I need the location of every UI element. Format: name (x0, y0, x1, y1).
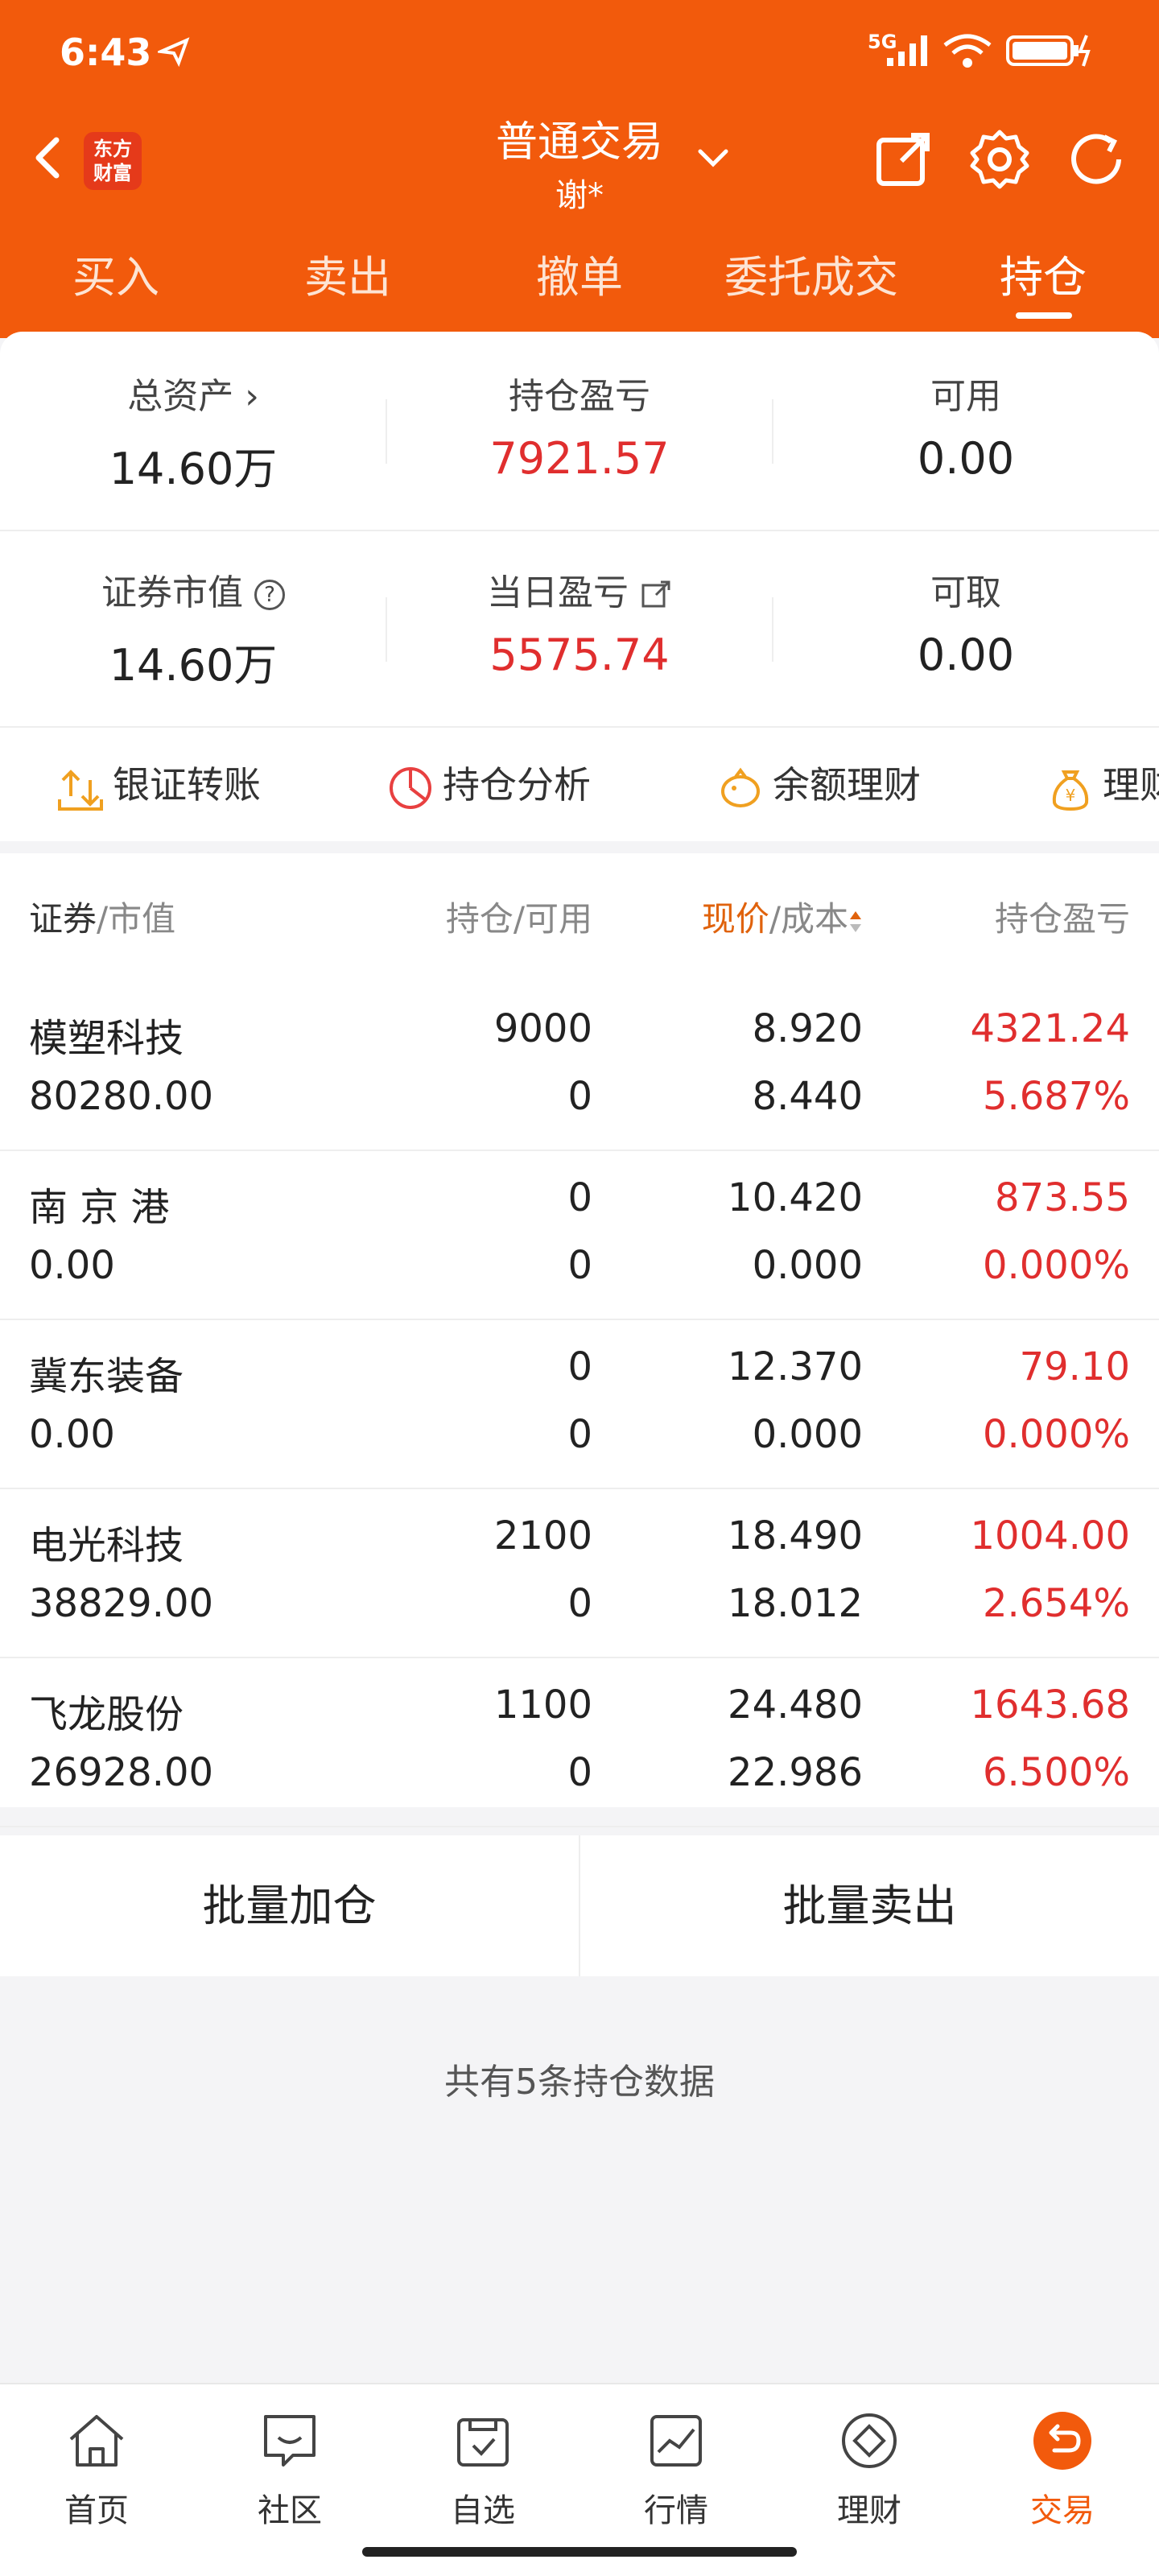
nav-trade[interactable]: 交易 (966, 2409, 1159, 2531)
table-row[interactable]: 飞龙股份 26928.00 1100 0 24.480 22.986 1643.… (0, 1658, 1159, 1827)
col-position[interactable]: 持仓/可用 (354, 892, 592, 941)
action-wealth[interactable]: ¥ 理财 (1046, 756, 1159, 812)
status-time: 6:43 (60, 31, 152, 74)
gear-icon[interactable] (966, 126, 1033, 193)
back-icon[interactable] (19, 129, 77, 187)
nav-bar: 东方 财富 普通交易 谢* (0, 105, 1159, 217)
holdings-table: 证券/市值 持仓/可用 现价/成本 持仓盈亏 模塑科技 80280.00 900… (0, 853, 1159, 1827)
account-name: 谢* (555, 177, 604, 214)
sort-icon (850, 910, 861, 932)
app-header: 6:43 5G 东方 财富 普通交易 谢* 买入 卖出 撤单 委托成交 持仓 (0, 0, 1159, 338)
batch-sell-button[interactable]: 批量卖出 (580, 1835, 1159, 1976)
watchlist-icon (457, 2418, 509, 2467)
brand-logo: 东方 财富 (84, 132, 142, 190)
tab-cancel[interactable]: 撤单 (464, 242, 695, 305)
nav-market[interactable]: 行情 (580, 2409, 773, 2531)
refresh-icon[interactable] (1062, 126, 1130, 193)
external-link-icon (641, 580, 670, 608)
col-pl[interactable]: 持仓盈亏 (885, 892, 1130, 941)
send-icon (155, 35, 190, 71)
available-funds: 可用 0.00 (917, 376, 1015, 484)
action-position-analysis[interactable]: 持仓分析 (386, 756, 591, 812)
daily-pl[interactable]: 当日盈亏 5575.74 (386, 564, 773, 680)
diamond-icon (842, 2413, 897, 2468)
help-icon[interactable]: ? (254, 580, 285, 610)
pie-chart-icon (390, 766, 431, 809)
col-security[interactable]: 证券/市值 (29, 892, 175, 941)
battery-icon (1006, 32, 1095, 72)
table-row[interactable]: 模塑科技 80280.00 9000 0 8.920 8.440 4321.24… (0, 982, 1159, 1151)
status-bar: 6:43 5G (0, 0, 1159, 105)
chat-icon (264, 2415, 316, 2467)
table-row[interactable]: 电光科技 38829.00 2100 0 18.490 18.012 1004.… (0, 1489, 1159, 1658)
holdings-count: 共有5条持仓数据 (444, 2062, 715, 2103)
withdrawable-funds: 可取 0.00 (917, 572, 1015, 680)
table-row[interactable]: 南 京 港 0.00 0 0 10.420 0.000 873.55 0.000… (0, 1151, 1159, 1320)
home-indicator (362, 2547, 797, 2557)
action-bank-transfer[interactable]: 银证转账 (56, 756, 261, 812)
nav-home[interactable]: 首页 (0, 2409, 193, 2531)
action-balance-wealth[interactable]: 余额理财 (716, 756, 921, 812)
table-header: 证券/市值 持仓/可用 现价/成本 持仓盈亏 (0, 853, 1159, 982)
total-assets[interactable]: 总资产 › 14.60万 (0, 367, 386, 497)
chevron-down-icon[interactable] (692, 137, 734, 179)
table-row[interactable]: 冀东装备 0.00 0 0 12.370 0.000 79.10 0.000% (0, 1320, 1159, 1489)
nav-wealth[interactable]: 理财 (773, 2409, 966, 2531)
tab-orders[interactable]: 委托成交 (695, 242, 927, 305)
share-icon[interactable] (869, 126, 937, 193)
nav-community[interactable]: 社区 (193, 2409, 386, 2531)
active-tab-indicator (1016, 312, 1072, 319)
tab-buy[interactable]: 买入 (0, 242, 232, 305)
nav-watchlist[interactable]: 自选 (386, 2409, 580, 2531)
divider (0, 530, 1159, 531)
market-value: 证券市值 ? 14.60万 (0, 564, 386, 693)
trade-tabs: 买入 卖出 撤单 委托成交 持仓 (0, 242, 1159, 322)
wifi-icon (942, 32, 993, 72)
signal-icon (885, 32, 930, 71)
piggy-bank-icon (721, 767, 760, 807)
trade-icon (1033, 2412, 1091, 2470)
line-chart-icon (650, 2415, 702, 2467)
batch-actions: 批量加仓 批量卖出 (0, 1835, 1159, 1976)
tab-sell[interactable]: 卖出 (232, 242, 464, 305)
position-pl: 持仓盈亏 7921.57 (489, 376, 670, 484)
transfer-icon (58, 769, 103, 811)
money-bag-icon: ¥ (1052, 770, 1089, 811)
quick-actions: 银证转账 持仓分析 余额理财 ¥ 理财 (0, 729, 1159, 841)
divider (0, 726, 1159, 728)
svg-text:¥: ¥ (1066, 786, 1076, 805)
tab-positions[interactable]: 持仓 (927, 242, 1159, 305)
page-title[interactable]: 普通交易 (451, 108, 708, 168)
batch-add-button[interactable]: 批量加仓 (0, 1835, 579, 1976)
home-icon (69, 2415, 124, 2467)
col-price[interactable]: 现价/成本 (612, 892, 863, 941)
